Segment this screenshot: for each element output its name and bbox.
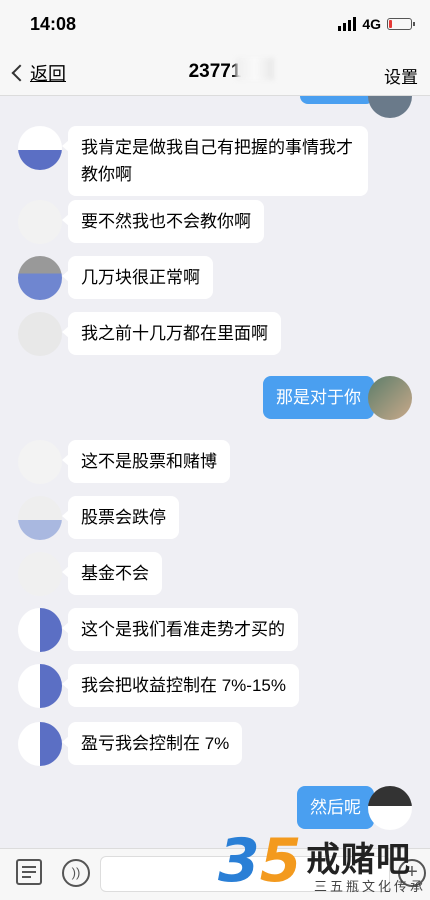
message-text: 我肯定是做我自己有把握的事情我才 教你啊 — [81, 138, 353, 184]
status-time: 14:08 — [30, 14, 77, 34]
avatar-self[interactable] — [368, 376, 412, 420]
avatar-contact[interactable] — [18, 664, 62, 708]
message-bubble[interactable]: 然后呢 — [297, 786, 380, 829]
avatar-contact[interactable] — [18, 200, 62, 244]
battery-icon — [387, 18, 415, 30]
settings-button[interactable]: 设置 — [384, 63, 418, 88]
message-bubble[interactable]: 我之前十几万都在里面啊 — [62, 312, 281, 355]
status-bar: 14:08 4G — [0, 0, 430, 50]
avatar-self[interactable] — [368, 786, 412, 830]
chat-title: 23771 — [188, 61, 242, 82]
message-bubble[interactable]: 股票会跌停 — [62, 496, 179, 539]
chat-area[interactable]: 我肯定是做我自己有把握的事情我才 教你啊 要不然我也不会教你啊 几万块很正常啊 … — [0, 96, 430, 848]
message-bubble[interactable]: 我肯定是做我自己有把握的事情我才 教你啊 — [62, 126, 368, 196]
avatar-contact[interactable] — [18, 312, 62, 356]
title-redaction — [236, 58, 274, 80]
message-bubble[interactable]: 盈亏我会控制在 7% — [61, 722, 243, 765]
watermark-number: 35 — [218, 826, 302, 896]
avatar-contact[interactable] — [18, 440, 62, 484]
message-text: 股票会跌停 — [81, 508, 166, 527]
message-bubble[interactable]: 那是对于你 — [263, 376, 380, 419]
message-text: 那是对于你 — [276, 388, 361, 407]
avatar-contact[interactable] — [18, 256, 62, 300]
avatar-contact[interactable] — [18, 722, 62, 766]
message-text: 基金不会 — [81, 564, 149, 583]
message-text: 我之前十几万都在里面啊 — [81, 324, 268, 343]
message-text: 这个是我们看准走势才买的 — [81, 620, 285, 639]
message-bubble[interactable]: 基金不会 — [62, 552, 162, 595]
message-text: 我会把收益控制在 7%-15% — [81, 676, 286, 695]
avatar-contact[interactable] — [18, 552, 62, 596]
avatar-contact[interactable] — [18, 608, 62, 652]
keyboard-toggle-icon[interactable] — [16, 859, 42, 885]
message-bubble[interactable]: 这个是我们看准走势才买的 — [62, 608, 298, 651]
nav-bar: 返回 23771 设置 — [0, 50, 430, 96]
status-indicators: 4G — [338, 16, 415, 32]
watermark-subtitle: 三五瓶文化传承 — [314, 879, 427, 894]
message-text: 要不然我也不会教你啊 — [81, 212, 251, 231]
avatar-contact[interactable] — [18, 126, 62, 170]
message-bubble[interactable]: 我会把收益控制在 7%-15% — [62, 664, 299, 707]
message-text: 这不是股票和赌博 — [81, 452, 217, 471]
watermark-logo: 35 戒赌吧 三五瓶文化传承 — [218, 828, 430, 900]
message-text: 几万块很正常啊 — [81, 268, 200, 287]
watermark-title: 戒赌吧 — [306, 841, 411, 879]
avatar-contact[interactable] — [18, 496, 62, 540]
message-bubble-partial — [300, 96, 380, 104]
network-type: 4G — [362, 16, 381, 32]
avatar-self-partial — [368, 96, 412, 118]
message-bubble[interactable]: 要不然我也不会教你啊 — [62, 200, 264, 243]
message-bubble[interactable]: 几万块很正常啊 — [62, 256, 213, 299]
message-text: 盈亏我会控制在 7% — [81, 734, 230, 753]
message-bubble[interactable]: 这不是股票和赌博 — [62, 440, 230, 483]
message-text: 然后呢 — [310, 798, 361, 817]
signal-icon — [338, 17, 357, 31]
voice-icon[interactable]: )) — [62, 859, 90, 887]
battery-level — [389, 20, 392, 28]
